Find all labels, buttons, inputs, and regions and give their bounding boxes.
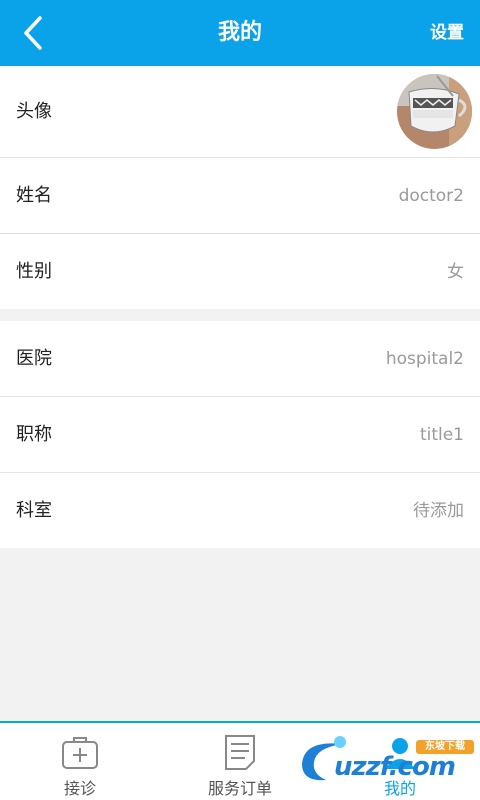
avatar-photo	[397, 74, 472, 149]
title-row[interactable]: 职称 title1	[0, 397, 480, 473]
name-row[interactable]: 姓名 doctor2	[0, 158, 480, 234]
work-group: 医院 hospital2 职称 title1 科室 待添加	[0, 321, 480, 548]
header-bar: 我的 设置	[0, 0, 480, 66]
gender-row[interactable]: 性别 女	[0, 234, 480, 310]
hospital-label: 医院	[16, 348, 52, 369]
gender-label: 性别	[16, 261, 52, 282]
avatar-label: 头像	[16, 101, 52, 122]
document-icon	[225, 735, 255, 770]
gender-value: 女	[447, 262, 464, 282]
watermark-logo: 东坡下载 uzzf.com	[296, 734, 476, 788]
name-label: 姓名	[16, 185, 52, 206]
job-title-value: title1	[419, 425, 464, 445]
hospital-row[interactable]: 医院 hospital2	[0, 321, 480, 397]
department-row[interactable]: 科室 待添加	[0, 473, 480, 549]
department-value: 待添加	[413, 501, 464, 521]
watermark-text: uzzf.com	[334, 752, 456, 782]
tab-reception-label: 接诊	[63, 779, 96, 798]
tab-reception[interactable]: 接诊	[0, 723, 160, 800]
job-title-label: 职称	[16, 424, 52, 445]
settings-button[interactable]: 设置	[430, 0, 464, 66]
medical-kit-icon	[62, 737, 98, 769]
avatar[interactable]	[397, 74, 472, 149]
avatar-row[interactable]: 头像	[0, 66, 480, 158]
department-label: 科室	[16, 500, 52, 521]
hospital-value: hospital2	[385, 349, 464, 369]
name-value: doctor2	[398, 186, 464, 206]
page-title: 我的	[217, 20, 262, 45]
profile-group: 头像 姓名 doctor2 性别 女	[0, 66, 480, 309]
